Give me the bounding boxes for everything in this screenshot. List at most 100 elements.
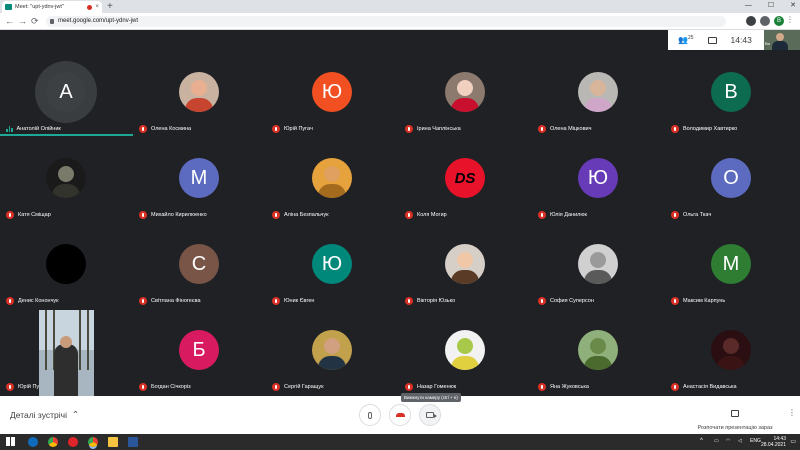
- participant-tile[interactable]: М Михайло Кирилюенко: [133, 136, 266, 222]
- close-window-button[interactable]: ✕: [790, 0, 796, 12]
- participant-name-line: Денис Конончук: [6, 297, 59, 305]
- browser-menu-icon[interactable]: ⋮: [786, 15, 794, 24]
- participant-name: Сергій Гаращук: [284, 384, 324, 390]
- participant-name: Катя Сміщар: [18, 212, 51, 218]
- participant-name: Юник Євген: [284, 298, 315, 304]
- self-view[interactable]: Ви: [764, 30, 800, 50]
- restore-button[interactable]: ☐: [768, 0, 774, 12]
- volume-icon[interactable]: ◁: [738, 438, 742, 444]
- participant-tile[interactable]: С Світлана Фіногеєва: [133, 222, 266, 308]
- url-field[interactable]: meet.google.com/upt-ydnv-jwt: [46, 16, 726, 27]
- participant-avatar: Ю: [312, 72, 352, 112]
- chat-icon[interactable]: [707, 36, 717, 44]
- audio-level-icon: [6, 125, 13, 132]
- participant-tile[interactable]: Олена Міцкович: [532, 50, 665, 136]
- participant-tile[interactable]: О Ольга Ткач: [665, 136, 798, 222]
- tab-meet[interactable]: Meet: "upt-ydnv-jwt" ×: [2, 1, 102, 13]
- mic-muted-icon: [671, 211, 679, 219]
- tray-expand-icon[interactable]: ^: [700, 438, 703, 444]
- notifications-icon[interactable]: ▭: [790, 438, 796, 445]
- participant-tile[interactable]: А Анатолій Олійник: [0, 50, 133, 136]
- meeting-clock: 14:43: [730, 35, 752, 45]
- forward-button[interactable]: →: [18, 13, 27, 30]
- participant-tile[interactable]: М Максим Карпунь: [665, 222, 798, 308]
- participant-avatar: А: [46, 72, 86, 112]
- participant-name-line: Юрій Пугач: [272, 125, 313, 133]
- mic-muted-icon: [272, 211, 280, 219]
- participant-name-line: Коля Могир: [405, 211, 447, 219]
- participant-tile[interactable]: Аліна Безпальчук: [266, 136, 399, 222]
- tab-close-icon[interactable]: ×: [95, 4, 99, 10]
- participant-tile[interactable]: Катя Сміщар: [0, 136, 133, 222]
- tray-clock[interactable]: 14:43 28.04.2021: [761, 436, 786, 448]
- participant-avatar: М: [711, 244, 751, 284]
- participant-name-line: Юник Євген: [272, 297, 314, 305]
- leave-call-button[interactable]: [389, 404, 411, 426]
- extension-icon[interactable]: [746, 16, 756, 26]
- mic-muted-icon: [272, 383, 280, 391]
- participant-tile[interactable]: Сергій Гаращук: [266, 308, 399, 394]
- self-body: [772, 41, 788, 50]
- microphone-icon: [368, 411, 372, 419]
- word-icon[interactable]: [128, 437, 138, 447]
- opera-icon[interactable]: [68, 437, 78, 447]
- meeting-details-button[interactable]: Деталі зустрічі ⌃: [10, 409, 79, 420]
- windows-start-icon[interactable]: [6, 437, 15, 446]
- new-tab-button[interactable]: +: [107, 0, 113, 13]
- participant-name-line: Вікторія Юзько: [405, 297, 455, 305]
- participant-photo: [312, 158, 352, 198]
- participant-tile[interactable]: Анастасія Видавська: [665, 308, 798, 394]
- participant-tile[interactable]: Б Богдан Січкоріз: [133, 308, 266, 394]
- participant-name-line: Яна Жуковська: [538, 383, 589, 391]
- participant-tile[interactable]: Ю Юник Євген: [266, 222, 399, 308]
- participant-tile[interactable]: София Суперсон: [532, 222, 665, 308]
- mic-button[interactable]: [359, 404, 381, 426]
- edge-icon[interactable]: [28, 437, 38, 447]
- participant-name-line: Анастасія Видавська: [671, 383, 737, 391]
- participant-name-line: Олена Міцкович: [538, 125, 591, 133]
- participant-tile[interactable]: Ірина Чаплінська: [399, 50, 532, 136]
- participant-tile[interactable]: Яна Жуковська: [532, 308, 665, 394]
- minimize-button[interactable]: —: [745, 0, 752, 12]
- participant-tile[interactable]: Олена Космина: [133, 50, 266, 136]
- profile-avatar[interactable]: B: [774, 16, 784, 26]
- participant-tile[interactable]: Назар Гоменюк: [399, 308, 532, 394]
- participant-avatar: В: [711, 72, 751, 112]
- participant-tile[interactable]: DS Коля Могир: [399, 136, 532, 222]
- participant-name-line: Сергій Гаращук: [272, 383, 324, 391]
- mic-muted-icon: [139, 383, 147, 391]
- participant-name-line: Володимир Хавтирко: [671, 125, 737, 133]
- chrome-icon[interactable]: [48, 437, 58, 447]
- network-icon[interactable]: ◠: [726, 438, 730, 444]
- mic-muted-icon: [6, 383, 14, 391]
- participant-name-line: Богдан Січкоріз: [139, 383, 191, 391]
- extension-icon-2[interactable]: [760, 16, 770, 26]
- reload-button[interactable]: ⟳: [31, 13, 39, 30]
- participant-tile[interactable]: В Володимир Хавтирко: [665, 50, 798, 136]
- mic-muted-icon: [272, 125, 280, 133]
- back-button[interactable]: ←: [5, 13, 14, 30]
- participant-photo: [445, 330, 485, 370]
- participant-name-line: Назар Гоменюк: [405, 383, 456, 391]
- chrome-active-icon[interactable]: [88, 437, 98, 447]
- present-label: Розпочати презентацію зараз: [697, 425, 773, 431]
- language-indicator[interactable]: ENG: [750, 438, 761, 444]
- camera-button[interactable]: [419, 404, 441, 426]
- participant-tile[interactable]: Вікторія Юзько: [399, 222, 532, 308]
- participant-photo: [578, 330, 618, 370]
- present-now-button[interactable]: Розпочати презентацію зараз: [690, 404, 780, 431]
- file-explorer-icon[interactable]: [108, 437, 118, 447]
- participant-name-line: Ольга Ткач: [671, 211, 711, 219]
- mic-muted-icon: [405, 383, 413, 391]
- participant-photo: [445, 244, 485, 284]
- participant-name: Коля Могир: [417, 212, 447, 218]
- participant-video[interactable]: [39, 310, 94, 396]
- self-label: Ви: [765, 41, 770, 46]
- participants-button[interactable]: 👥25: [678, 35, 694, 45]
- battery-icon: ▭: [714, 438, 719, 444]
- participant-name: Юрій Пугач: [284, 126, 313, 132]
- participant-tile[interactable]: Денис Конончук: [0, 222, 133, 308]
- participant-tile[interactable]: Ю Юрій Пугач: [266, 50, 399, 136]
- more-options-icon[interactable]: ⋮: [788, 408, 796, 417]
- participant-tile[interactable]: Ю Юлія Данилюк: [532, 136, 665, 222]
